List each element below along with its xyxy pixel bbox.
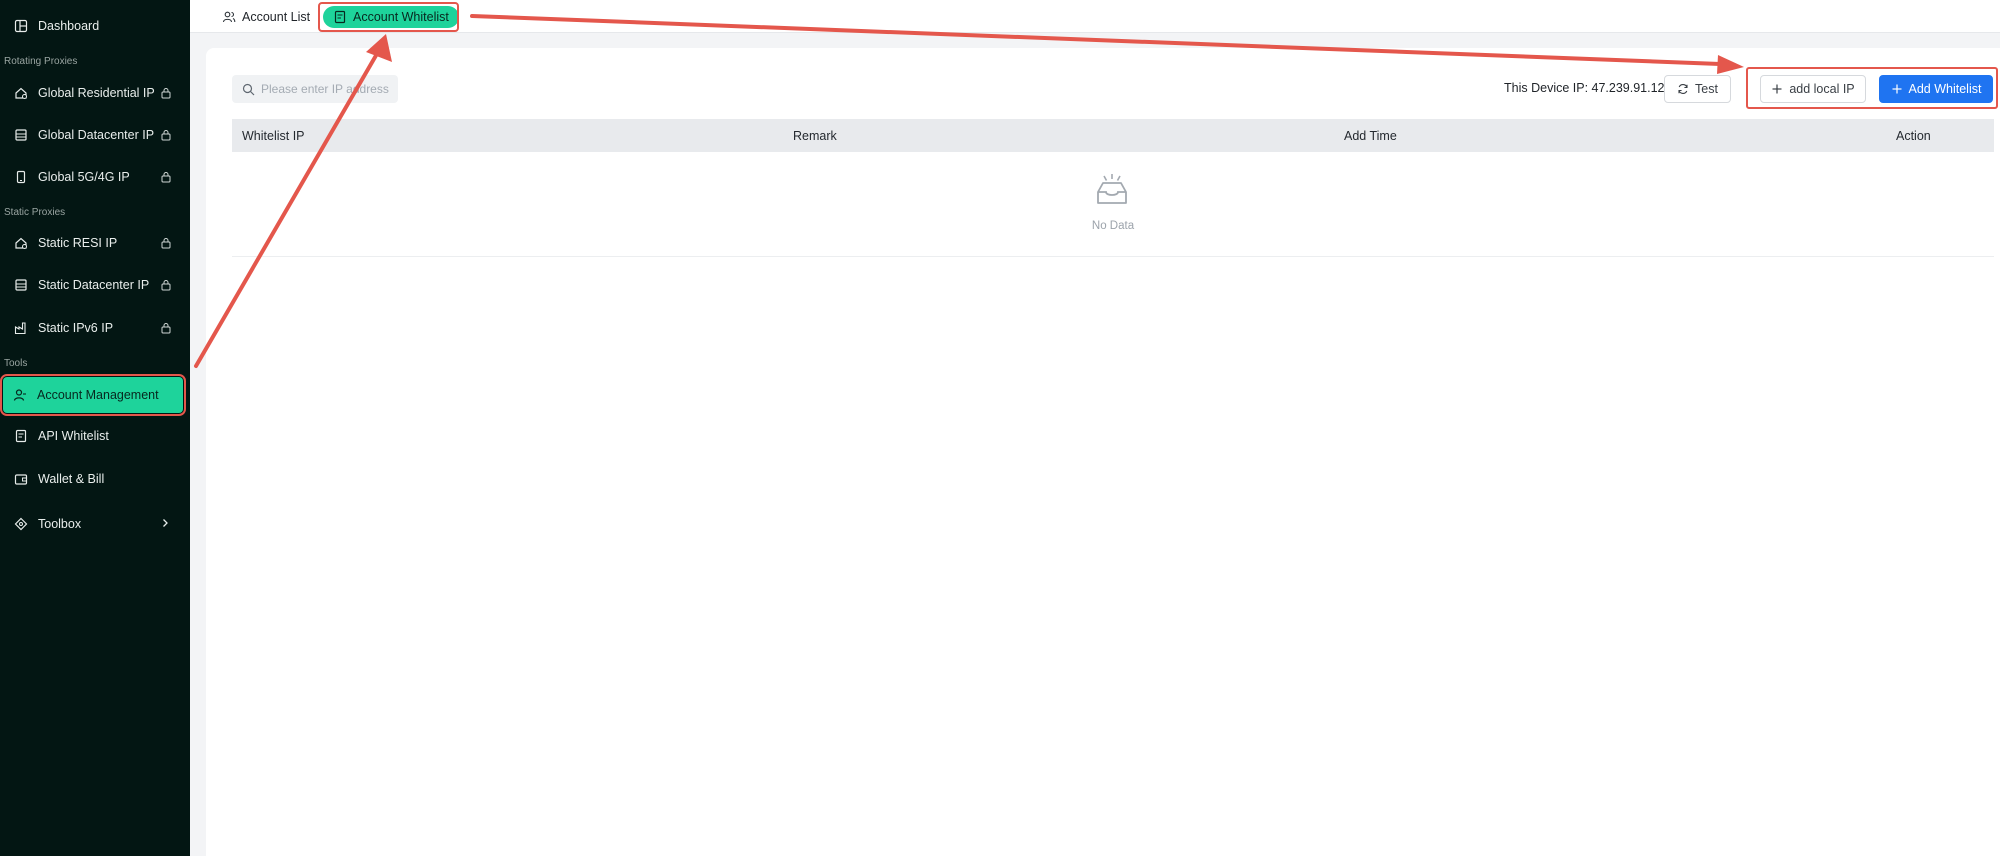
datacenter-icon [14, 128, 28, 142]
sidebar-item-label: Dashboard [38, 19, 100, 33]
search-input[interactable] [261, 82, 401, 96]
lock-icon [160, 129, 172, 141]
sidebar-item-label: Static Datacenter IP [38, 278, 150, 292]
test-button-label: Test [1695, 82, 1718, 96]
sidebar-item-toolbox[interactable]: Toolbox [4, 506, 182, 542]
section-label-tools: Tools [4, 358, 28, 369]
sidebar-item-static-datacenter[interactable]: Static Datacenter IP [4, 267, 182, 303]
sidebar-item-label: Global 5G/4G IP [38, 170, 130, 184]
column-header-remark: Remark [793, 129, 837, 143]
sidebar-item-global-5g4g[interactable]: Global 5G/4G IP [4, 159, 182, 195]
refresh-icon [1677, 83, 1689, 95]
residential-icon [14, 86, 28, 100]
table-header: Whitelist IP Remark Add Time Action [232, 119, 1994, 152]
lock-icon [160, 279, 172, 291]
datacenter-icon [14, 278, 28, 292]
users-icon [222, 10, 236, 24]
column-header-add-time: Add Time [1344, 129, 1397, 143]
tab-bar [190, 0, 2000, 33]
search-box[interactable] [232, 75, 401, 103]
lock-icon [160, 171, 172, 183]
empty-inbox-icon [1094, 172, 1130, 206]
empty-text: No Data [1091, 220, 1135, 232]
sidebar-item-label: Static RESI IP [38, 236, 118, 250]
annotation-highlight-tab [318, 2, 459, 32]
residential-icon [14, 236, 28, 250]
sidebar-item-global-datacenter[interactable]: Global Datacenter IP [4, 117, 182, 153]
mobile-icon [14, 170, 28, 184]
search-icon [242, 83, 255, 96]
sidebar: Dashboard Rotating Proxies Global Reside… [0, 0, 190, 856]
sidebar-item-api-whitelist[interactable]: API Whitelist [4, 418, 182, 454]
test-button[interactable]: Test [1664, 75, 1731, 103]
empty-state: No Data [232, 152, 1994, 257]
wallet-icon [14, 472, 28, 486]
lock-icon [160, 237, 172, 249]
sidebar-item-label: Global Residential IP [38, 86, 155, 100]
sidebar-item-wallet-bill[interactable]: Wallet & Bill [4, 461, 182, 497]
lock-icon [160, 322, 172, 334]
user-icon [13, 388, 27, 402]
chevron-right-icon [160, 517, 170, 531]
sidebar-item-label: Account Management [37, 388, 159, 402]
sidebar-item-static-ipv6[interactable]: Static IPv6 IP [4, 310, 182, 346]
section-label-rotating: Rotating Proxies [4, 56, 78, 67]
section-label-static: Static Proxies [4, 207, 66, 218]
lock-icon [160, 87, 172, 99]
column-header-action: Action [1896, 129, 1931, 143]
annotation-highlight-buttons [1746, 67, 1998, 109]
sidebar-item-account-management[interactable]: Account Management [0, 374, 186, 416]
sidebar-item-global-residential[interactable]: Global Residential IP [4, 75, 182, 111]
sidebar-item-label: API Whitelist [38, 429, 109, 443]
device-ip-text: This Device IP: 47.239.91.123 [1504, 81, 1672, 95]
column-header-whitelist-ip: Whitelist IP [242, 129, 305, 143]
sidebar-item-static-resi[interactable]: Static RESI IP [4, 225, 182, 261]
dashboard-icon [14, 19, 28, 33]
sidebar-item-label: Static IPv6 IP [38, 321, 114, 335]
tab-account-list[interactable]: Account List [212, 6, 320, 28]
sidebar-item-label: Global Datacenter IP [38, 128, 155, 142]
factory-icon [14, 321, 28, 335]
toolbox-icon [14, 517, 28, 531]
sidebar-item-label: Wallet & Bill [38, 472, 105, 486]
sidebar-item-label: Toolbox [38, 517, 82, 531]
tab-label: Account List [242, 10, 311, 24]
document-icon [14, 429, 28, 443]
sidebar-item-dashboard[interactable]: Dashboard [4, 8, 182, 44]
